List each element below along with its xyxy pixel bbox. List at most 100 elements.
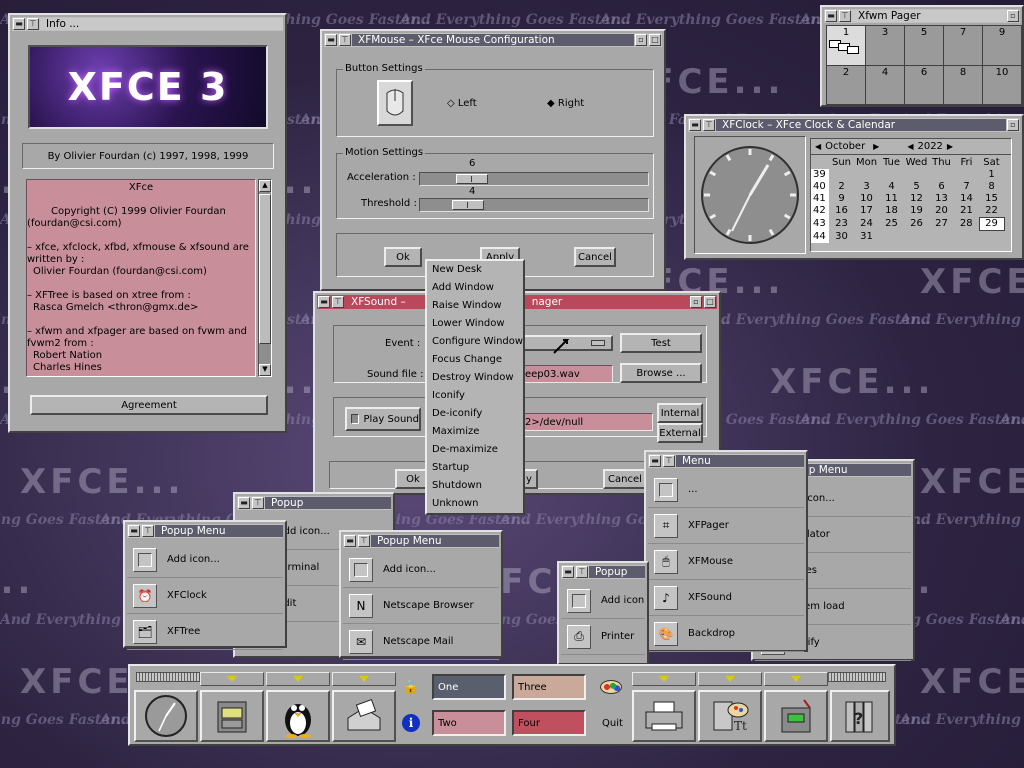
- desk-button-three[interactable]: Three: [512, 674, 586, 700]
- popup-item[interactable]: Add icon...: [343, 552, 499, 588]
- panel-arrow-2[interactable]: [266, 672, 330, 686]
- panel-grip-right[interactable]: [822, 672, 886, 682]
- menu-item[interactable]: Maximize: [427, 423, 523, 441]
- menu-item[interactable]: Focus Change: [427, 351, 523, 369]
- close-icon[interactable]: ▬: [238, 497, 250, 509]
- close-icon[interactable]: ▬: [649, 455, 661, 467]
- menu-item[interactable]: Lower Window: [427, 315, 523, 333]
- calendar-day[interactable]: 12: [904, 193, 929, 205]
- calendar-day[interactable]: 23: [829, 218, 854, 231]
- popup-item[interactable]: ✉ Netscape Mail: [343, 624, 499, 660]
- scroll-up-icon[interactable]: ▲: [259, 180, 271, 192]
- maximize-icon[interactable]: □: [704, 296, 716, 308]
- quit-button[interactable]: Quit: [602, 718, 623, 729]
- calendar-day[interactable]: 22: [979, 205, 1004, 218]
- menu-item[interactable]: Startup: [427, 459, 523, 477]
- calendar-day[interactable]: 13: [929, 193, 954, 205]
- popup-item[interactable]: ⎙ Printer: [561, 619, 645, 655]
- info-titlebar[interactable]: ▬ ⊤ Info ...: [12, 17, 283, 31]
- maximize-icon[interactable]: □: [649, 34, 661, 46]
- prev-year-icon[interactable]: ◀: [907, 142, 913, 151]
- desk-button-one[interactable]: One: [432, 674, 506, 700]
- next-year-icon[interactable]: ▶: [947, 142, 953, 151]
- calendar-day[interactable]: 14: [954, 193, 979, 205]
- pin-icon[interactable]: ⊤: [339, 34, 351, 46]
- calendar-day[interactable]: 5: [904, 181, 929, 193]
- external-button[interactable]: External: [657, 423, 703, 443]
- calendar-day[interactable]: 3: [854, 181, 879, 193]
- scroll-thumb[interactable]: [259, 194, 271, 344]
- test-button[interactable]: Test: [620, 333, 702, 353]
- threshold-slider[interactable]: [419, 198, 649, 212]
- menu-item[interactable]: New Desk: [427, 261, 523, 279]
- pager-desk[interactable]: 7: [944, 26, 982, 65]
- threshold-knob[interactable]: [452, 200, 484, 210]
- pager-desk[interactable]: 10: [983, 65, 1021, 104]
- calendar-day[interactable]: 20: [929, 205, 954, 218]
- browse-button[interactable]: Browse ...: [620, 363, 702, 383]
- panel-arrow-3[interactable]: [332, 672, 396, 686]
- panel-arrow-4[interactable]: [632, 672, 696, 686]
- right-radio[interactable]: ◆ Right: [547, 98, 584, 109]
- desk-button-four[interactable]: Four: [512, 710, 586, 736]
- close-icon[interactable]: ▬: [825, 10, 837, 22]
- calendar-day[interactable]: 1: [979, 169, 1004, 181]
- panel-help[interactable]: ?: [830, 690, 890, 742]
- xfclock-titlebar[interactable]: ▬ ⊤ XFClock – XFce Clock & Calendar ▫: [688, 118, 1020, 132]
- calendar-day[interactable]: 8: [979, 181, 1004, 193]
- popup-item[interactable]: ...: [648, 472, 804, 508]
- calendar-day[interactable]: 6: [929, 181, 954, 193]
- pager-titlebar[interactable]: ▬ ⊤ Xfwm Pager ▫: [824, 9, 1020, 23]
- menu-item[interactable]: De-iconify: [427, 405, 523, 423]
- left-radio[interactable]: ◇ Left: [447, 98, 477, 109]
- panel-printer[interactable]: [632, 690, 696, 742]
- calendar-day[interactable]: 25: [879, 218, 904, 231]
- menu-item[interactable]: Destroy Window: [427, 369, 523, 387]
- calendar-day[interactable]: 9: [829, 193, 854, 205]
- menu-item[interactable]: De-maximize: [427, 441, 523, 459]
- panel-grip-left[interactable]: [136, 672, 200, 682]
- panel-arrow-6[interactable]: [764, 672, 828, 686]
- pin-icon[interactable]: ⊤: [576, 566, 588, 578]
- agreement-button[interactable]: Agreement: [30, 395, 268, 415]
- popup-item[interactable]: 🖱 XFMouse: [648, 544, 804, 580]
- menu-item[interactable]: Configure Window: [427, 333, 523, 351]
- panel-arrow-1[interactable]: [200, 672, 264, 686]
- popup-item[interactable]: Add icon...: [127, 542, 283, 578]
- command-field[interactable]: 2>/dev/null: [521, 413, 653, 431]
- lock-icon[interactable]: 🔒: [402, 680, 420, 698]
- sound-file-field[interactable]: eep03.wav: [521, 365, 613, 383]
- acceleration-slider[interactable]: [419, 172, 649, 186]
- panel-arrow-5[interactable]: [698, 672, 762, 686]
- popup-titlebar[interactable]: ▬ ⊤ Popup Menu: [127, 524, 283, 538]
- calendar-day[interactable]: 30: [829, 231, 854, 243]
- calendar-day[interactable]: 15: [979, 193, 1004, 205]
- pager-desk[interactable]: 1: [827, 26, 865, 65]
- pager-desk[interactable]: 6: [905, 65, 943, 104]
- calendar-day[interactable]: 17: [854, 205, 879, 218]
- credits-scrollbar[interactable]: ▲ ▼: [258, 179, 272, 377]
- popup-item[interactable]: 🗂 XFTree: [127, 614, 283, 650]
- popup-titlebar[interactable]: ▬ ⊤ Popup: [237, 496, 391, 510]
- panel-tools[interactable]: [764, 690, 828, 742]
- calendar-day[interactable]: 16: [829, 205, 854, 218]
- calendar-day[interactable]: 24: [854, 218, 879, 231]
- popup-item[interactable]: N Netscape Browser: [343, 588, 499, 624]
- pager-desk[interactable]: 9: [983, 26, 1021, 65]
- iconify-icon[interactable]: ▫: [1007, 119, 1019, 131]
- pin-icon[interactable]: ⊤: [358, 535, 370, 547]
- calendar-day[interactable]: 29: [978, 217, 1005, 231]
- pin-icon[interactable]: ⊤: [252, 497, 264, 509]
- pager-desk[interactable]: 4: [866, 65, 904, 104]
- menu-item[interactable]: Raise Window: [427, 297, 523, 315]
- calendar-day[interactable]: 7: [954, 181, 979, 193]
- calendar-day[interactable]: 19: [904, 205, 929, 218]
- calendar-day[interactable]: 28: [954, 218, 979, 231]
- pin-icon[interactable]: ⊤: [332, 296, 344, 308]
- iconify-icon[interactable]: ▫: [690, 296, 702, 308]
- pin-icon[interactable]: ⊤: [663, 455, 675, 467]
- acceleration-knob[interactable]: [456, 174, 488, 184]
- desk-button-two[interactable]: Two: [432, 710, 506, 736]
- pin-icon[interactable]: ⊤: [27, 18, 39, 30]
- popup-item[interactable]: 🎨 Backdrop: [648, 616, 804, 652]
